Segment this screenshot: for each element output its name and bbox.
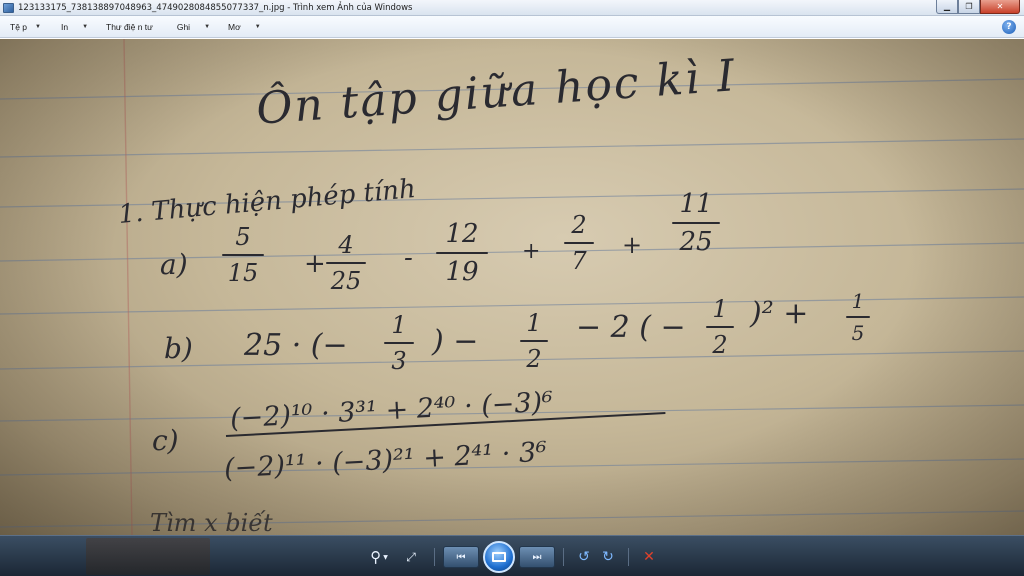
- fraction-b4-num: 1: [851, 289, 865, 313]
- fraction-b1: 1 3: [384, 311, 414, 375]
- delete-icon: ✕: [643, 549, 655, 565]
- menu-bar: Tệ p ▼ In ▼ Thư điệ n tư Ghi ▼ Mơ ▼ ?: [0, 16, 1024, 38]
- menu-open-label: Mơ: [228, 21, 241, 32]
- exercise-c-label: c): [152, 424, 179, 457]
- window-title: 123133175_738138897048963_47490280848550…: [18, 2, 413, 13]
- fraction-a3-num: 12: [445, 219, 479, 249]
- menu-email[interactable]: Thư điệ n tư: [106, 22, 153, 32]
- fraction-b2-num: 1: [526, 309, 542, 337]
- toolbar-separator: [628, 548, 629, 566]
- restore-button[interactable]: ❐: [958, 0, 980, 14]
- cut-off-text: Tìm x biết: [150, 509, 273, 535]
- fraction-a2-den: 25: [330, 267, 362, 295]
- fraction-b4: 1 5: [846, 289, 870, 345]
- exercise-b-label: b): [164, 332, 193, 365]
- previous-icon: ⏮: [456, 551, 466, 563]
- expr-b-lead: 25 · (−: [244, 328, 348, 363]
- toolbar-separator: [434, 548, 435, 566]
- fraction-a4: 2 7: [564, 211, 594, 275]
- slideshow-button[interactable]: [483, 541, 515, 573]
- window-controls: ▁ ❐ ✕: [936, 0, 1020, 14]
- op-a4: +: [622, 231, 643, 259]
- close-button[interactable]: ✕: [980, 0, 1020, 14]
- op-a2: -: [404, 243, 413, 273]
- menu-file[interactable]: Tệ p ▼: [10, 22, 41, 32]
- fraction-b3-num: 1: [712, 295, 728, 323]
- zoom-button[interactable]: ⚲ ▼: [362, 546, 396, 568]
- menu-file-label: Tệ p: [10, 21, 28, 32]
- previous-button[interactable]: ⏮: [443, 546, 479, 568]
- menu-burn[interactable]: Ghi ▼: [177, 22, 210, 32]
- bottom-toolbar: ⚲ ▼ ⤢ ⏮ ⏭ ↺ ↻ ✕: [0, 535, 1024, 576]
- fraction-b1-den: 3: [391, 347, 407, 375]
- rotate-ccw-icon: ↺: [578, 549, 590, 565]
- op-a3: +: [522, 239, 541, 264]
- menu-burn-label: Ghi: [176, 21, 191, 32]
- menu-email-label: Thư điệ n tư: [106, 21, 153, 32]
- next-icon: ⏭: [532, 551, 542, 563]
- toolbar-separator: [563, 548, 564, 566]
- minimize-button[interactable]: ▁: [936, 0, 958, 14]
- fraction-a1: 5 15: [222, 223, 264, 287]
- fraction-a2-num: 4: [338, 231, 354, 259]
- delete-button[interactable]: ✕: [637, 546, 661, 568]
- chevron-down-icon: ▼: [35, 23, 41, 30]
- fit-window-icon: ⤢: [406, 549, 416, 564]
- fraction-a4-den: 7: [571, 247, 587, 275]
- fraction-a1-den: 15: [227, 259, 259, 287]
- photo-viewport[interactable]: Ôn tập giữa học kì I 1. Thực hiện phép t…: [0, 39, 1024, 535]
- fraction-b3-den: 2: [712, 331, 728, 359]
- chevron-down-icon: ▼: [82, 23, 89, 30]
- fraction-a5-num: 11: [679, 189, 713, 219]
- menu-print-label: In: [60, 21, 69, 32]
- fraction-a1-num: 5: [235, 223, 251, 251]
- taskbar-ghost-thumbnail: [86, 538, 210, 575]
- fraction-b1-num: 1: [391, 311, 407, 339]
- chevron-down-icon: ▼: [204, 23, 211, 30]
- viewer-controls: ⚲ ▼ ⤢ ⏮ ⏭ ↺ ↻ ✕: [362, 541, 662, 573]
- help-icon[interactable]: ?: [1002, 20, 1016, 34]
- title-bar: 123133175_738138897048963_47490280848550…: [0, 0, 1024, 16]
- fraction-b2: 1 2: [520, 309, 548, 373]
- fraction-b3: 1 2: [706, 295, 734, 359]
- chevron-down-icon: ▼: [383, 553, 388, 561]
- rotate-cw-icon: ↻: [602, 549, 614, 565]
- expr-b-close1: ) −: [432, 324, 479, 359]
- actual-size-button[interactable]: ⤢: [396, 546, 426, 568]
- fraction-a5: 11 25: [672, 189, 720, 257]
- photo-viewer-app-icon: [3, 2, 14, 13]
- fraction-a3: 12 19: [436, 219, 488, 287]
- fraction-a5-den: 25: [679, 227, 713, 257]
- slideshow-icon: [492, 552, 506, 562]
- fraction-b4-den: 5: [851, 321, 865, 345]
- op-a1: +: [304, 249, 326, 279]
- fraction-a3-den: 19: [445, 257, 479, 287]
- rotate-clockwise-button[interactable]: ↻: [596, 546, 620, 568]
- menu-print[interactable]: In ▼: [61, 22, 88, 32]
- magnifier-icon: ⚲: [370, 548, 382, 566]
- fraction-b2-den: 2: [526, 345, 542, 373]
- fraction-a4-num: 2: [571, 211, 587, 239]
- expr-b-mid: − 2 ( −: [576, 310, 686, 345]
- fraction-a2: 4 25: [326, 231, 366, 295]
- chevron-down-icon: ▼: [254, 23, 261, 30]
- menu-open[interactable]: Mơ ▼: [228, 22, 261, 32]
- exercise-a-label: a): [160, 248, 188, 281]
- expr-b-close2: )² +: [750, 296, 809, 331]
- rotate-counterclockwise-button[interactable]: ↺: [572, 546, 596, 568]
- next-button[interactable]: ⏭: [519, 546, 555, 568]
